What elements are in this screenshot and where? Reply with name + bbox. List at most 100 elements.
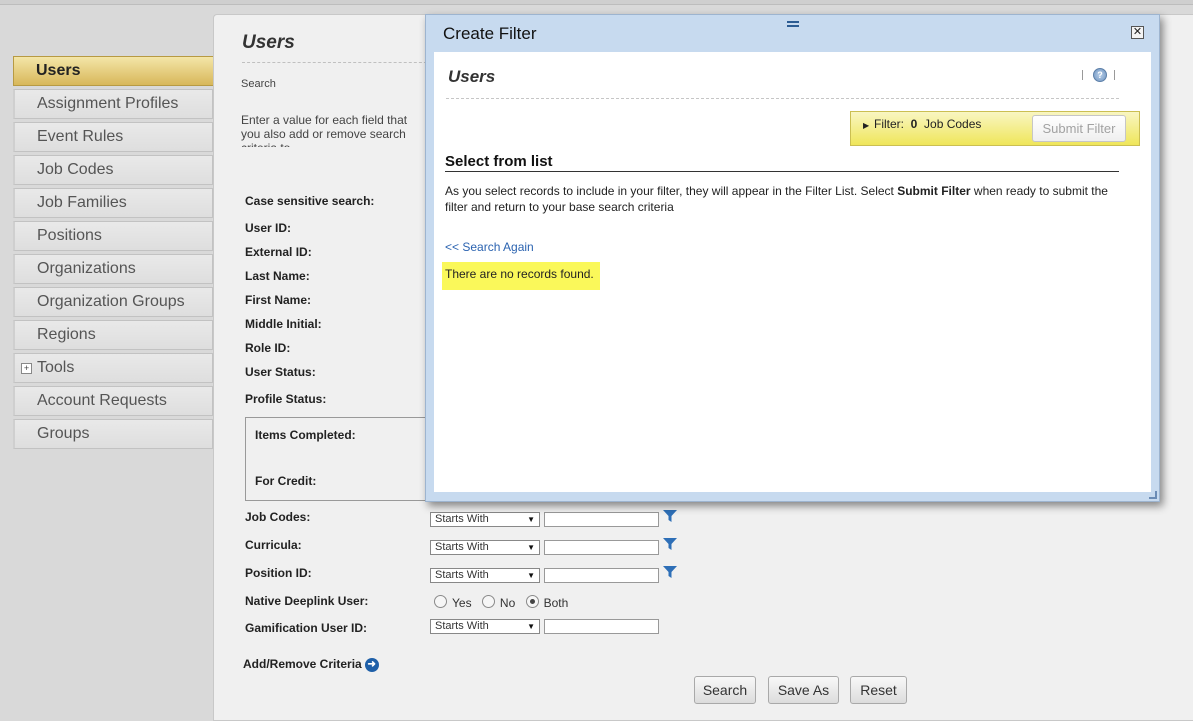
radio-yes[interactable] [434, 595, 447, 608]
label-user-id: User ID: [245, 221, 292, 235]
dropdown-arrow-icon: ▼ [527, 543, 535, 552]
sidebar-item-label: Users [36, 62, 81, 79]
label-case-sensitive: Case sensitive search: [245, 194, 375, 208]
gamification-input[interactable] [544, 619, 659, 634]
position-id-operator-select[interactable]: Starts With ▼ [430, 568, 540, 583]
curricula-input[interactable] [544, 540, 659, 555]
label-profile-status: Profile Status: [245, 392, 327, 406]
add-remove-criteria-link[interactable]: Add/Remove Criteria ➜ [243, 657, 379, 672]
select-value: Starts With [435, 620, 489, 632]
sidebar-item-label: Account Requests [37, 392, 167, 409]
sidebar-item-organizations[interactable]: Organizations [13, 254, 213, 284]
label-external-id: External ID: [245, 245, 312, 259]
filter-prefix: Filter: [874, 117, 904, 131]
search-again-link[interactable]: << Search Again [445, 240, 534, 254]
gamification-operator-select[interactable]: Starts With ▼ [430, 619, 540, 634]
sidebar-item-groups[interactable]: Groups [13, 419, 213, 449]
label-gamification: Gamification User ID: [245, 621, 368, 635]
resize-grip-icon[interactable] [1149, 491, 1157, 499]
label-last-name: Last Name: [245, 269, 310, 283]
sidebar-item-organization-groups[interactable]: Organization Groups [13, 287, 213, 317]
page-title: Users [242, 32, 295, 53]
position-id-input[interactable] [544, 568, 659, 583]
sidebar-item-account-requests[interactable]: Account Requests [13, 386, 213, 416]
job-codes-operator-select[interactable]: Starts With ▼ [430, 512, 540, 527]
separator [1082, 70, 1083, 80]
dropdown-arrow-icon: ▼ [527, 515, 535, 524]
job-codes-input[interactable] [544, 512, 659, 527]
help-icon[interactable]: ? [1093, 68, 1107, 82]
sidebar-nav: Users Assignment Profiles Event Rules Jo… [13, 56, 237, 452]
close-icon[interactable]: ✕ [1131, 26, 1144, 39]
radio-both-label: Both [543, 596, 569, 610]
title-divider [242, 62, 432, 63]
sidebar-item-regions[interactable]: Regions [13, 320, 213, 350]
sidebar-item-job-codes[interactable]: Job Codes [13, 155, 213, 185]
filter-type: Job Codes [924, 117, 982, 131]
select-value: Starts With [435, 513, 489, 525]
search-button[interactable]: Search [694, 676, 756, 704]
label-user-status: User Status: [245, 365, 316, 379]
sidebar-item-positions[interactable]: Positions [13, 221, 213, 251]
sidebar-item-label: Event Rules [37, 128, 124, 145]
label-role-id: Role ID: [245, 341, 291, 355]
native-deeplink-radio-group: Yes No Both [434, 595, 575, 610]
label-for-credit: For Credit: [255, 474, 317, 488]
search-instructions: Enter a value for each field that you al… [241, 113, 408, 147]
dialog-section-title: Users [448, 67, 496, 86]
radio-yes-label: Yes [452, 596, 472, 610]
dialog-title: Create Filter [443, 24, 537, 43]
window-top-border [0, 0, 1193, 5]
sidebar-item-job-families[interactable]: Job Families [13, 188, 213, 218]
label-native-deeplink: Native Deeplink User: [245, 594, 369, 608]
sidebar-item-label: Organization Groups [37, 293, 185, 310]
help-text-part: As you select records to include in your… [445, 184, 898, 198]
radio-no[interactable] [481, 595, 495, 608]
sidebar-item-label: Positions [37, 227, 102, 244]
sidebar-item-label: Regions [37, 326, 96, 343]
label-first-name: First Name: [245, 293, 312, 307]
label-position-id: Position ID: [245, 566, 312, 580]
label-middle-initial: Middle Initial: [245, 317, 322, 331]
sidebar-item-label: Assignment Profiles [37, 95, 179, 112]
create-filter-dialog: Create Filter ✕ Users ? ▶ Filter: 0 Job … [425, 14, 1160, 502]
expand-triangle-icon[interactable]: ▶ [863, 121, 869, 130]
filter-count: 0 [910, 117, 918, 131]
separator [1114, 70, 1115, 80]
radio-both[interactable] [525, 595, 539, 608]
filter-summary-box: ▶ Filter: 0 Job Codes Submit Filter [850, 111, 1140, 146]
filter-funnel-icon[interactable] [663, 510, 677, 522]
dialog-body: Users ? ▶ Filter: 0 Job Codes Submit Fil… [434, 52, 1151, 492]
dropdown-arrow-icon: ▼ [527, 571, 535, 580]
sidebar-item-users[interactable]: Users [13, 56, 237, 86]
sidebar-item-label: Groups [37, 425, 90, 442]
sidebar-item-label: Job Families [37, 194, 127, 211]
sidebar-item-event-rules[interactable]: Event Rules [13, 122, 213, 152]
items-completed-group: Items Completed: For Credit: [245, 417, 436, 501]
expand-plus-icon[interactable]: + [21, 363, 32, 374]
no-records-message: There are no records found. [442, 262, 600, 290]
select-value: Starts With [435, 569, 489, 581]
filter-summary-text: Filter: 0 Job Codes [874, 117, 981, 131]
sidebar-item-label: Organizations [37, 260, 136, 277]
label-items-completed: Items Completed: [255, 428, 356, 442]
curricula-operator-select[interactable]: Starts With ▼ [430, 540, 540, 555]
arrow-right-circle-icon[interactable]: ➜ [364, 658, 379, 672]
label-job-codes: Job Codes: [245, 510, 311, 524]
drag-handle-icon[interactable] [787, 21, 799, 27]
filter-funnel-icon[interactable] [663, 566, 677, 578]
sidebar-item-label: Tools [37, 359, 75, 376]
filter-funnel-icon[interactable] [663, 538, 677, 550]
save-as-button[interactable]: Save As [768, 676, 839, 704]
help-text-bold: Submit Filter [897, 184, 971, 198]
reset-button[interactable]: Reset [850, 676, 907, 704]
section-divider [446, 98, 1119, 99]
sidebar-item-tools[interactable]: + Tools [13, 353, 213, 383]
label-curricula: Curricula: [245, 538, 302, 552]
sidebar-item-assignment-profiles[interactable]: Assignment Profiles [13, 89, 213, 119]
submit-filter-button[interactable]: Submit Filter [1032, 115, 1126, 142]
page-subtitle: Search [241, 78, 276, 90]
radio-no-label: No [499, 596, 516, 610]
add-remove-label: Add/Remove Criteria [243, 657, 362, 671]
filter-help-text: As you select records to include in your… [445, 183, 1115, 215]
